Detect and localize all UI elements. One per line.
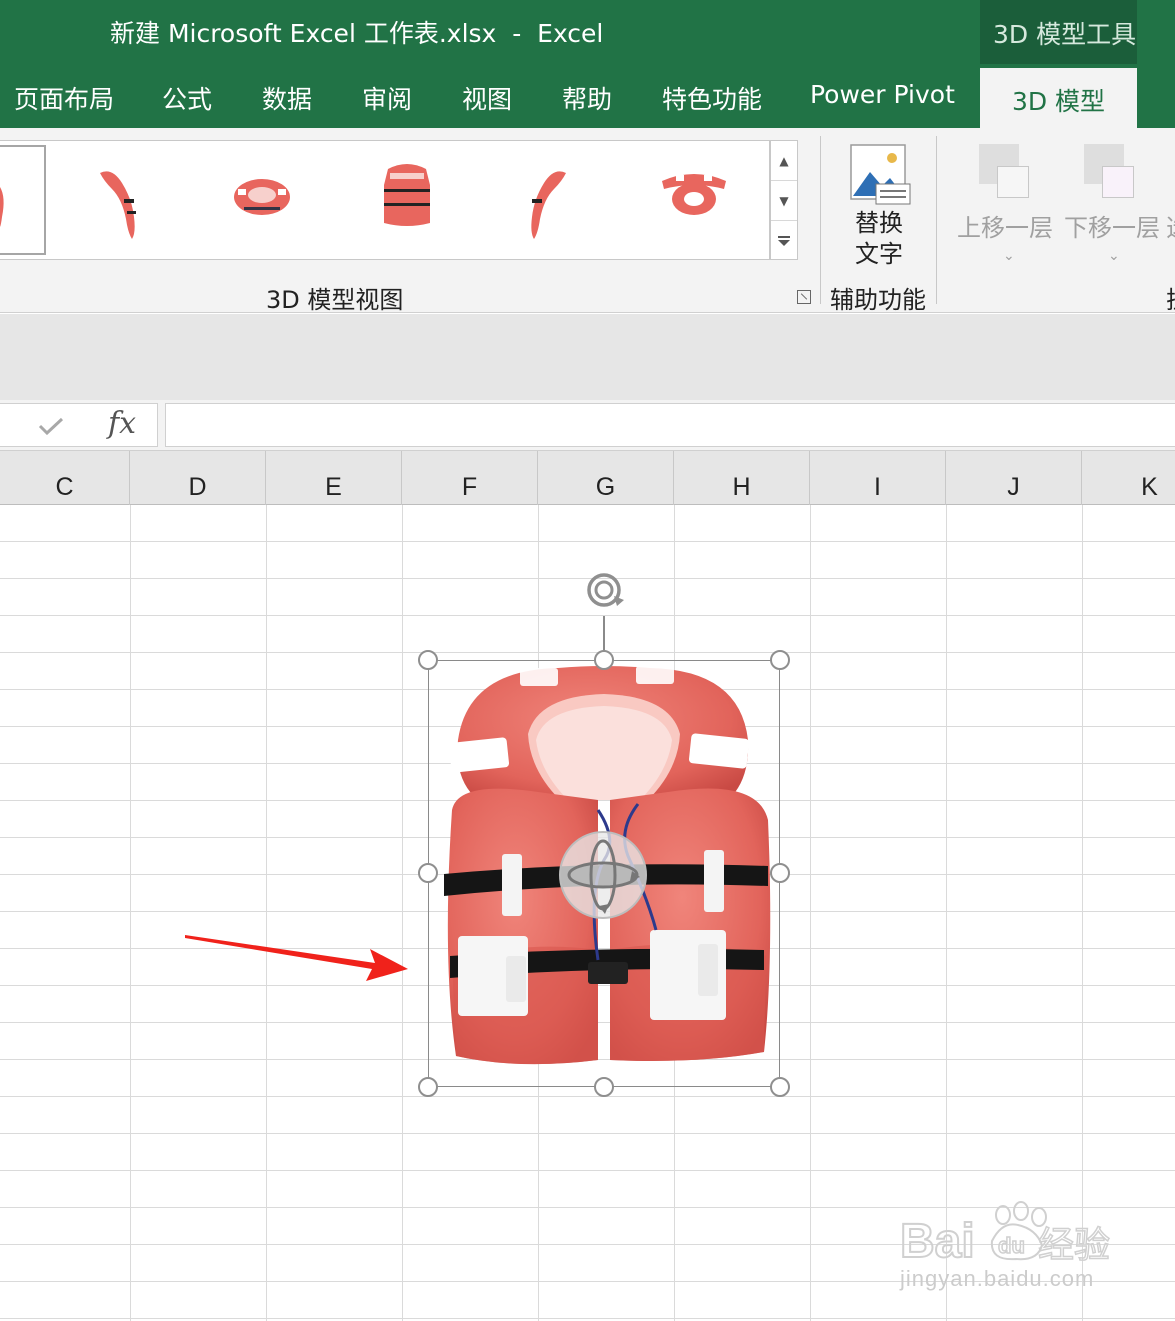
layer-icon bbox=[997, 166, 1029, 198]
3d-model-views-gallery bbox=[0, 140, 770, 260]
tab-3d-model[interactable]: 3D 模型 bbox=[980, 68, 1137, 128]
tab-view[interactable]: 视图 bbox=[462, 80, 512, 116]
column-header-j[interactable]: J bbox=[946, 451, 1082, 505]
alt-text-icon bbox=[850, 144, 911, 205]
resize-handle-bottom-right[interactable] bbox=[770, 1077, 790, 1097]
column-headers: C D E F G H I J K bbox=[0, 450, 1175, 505]
life-jacket-view-icon[interactable] bbox=[94, 159, 144, 244]
gallery-item-selected[interactable] bbox=[0, 145, 46, 255]
life-jacket-view-icon bbox=[0, 187, 4, 227]
tab-power-pivot[interactable]: Power Pivot bbox=[810, 80, 955, 109]
more-icon bbox=[778, 236, 790, 246]
tab-review[interactable]: 审阅 bbox=[362, 80, 412, 116]
alt-text-label-text: 替换 文字 bbox=[855, 209, 903, 268]
column-header-f[interactable]: F bbox=[402, 451, 538, 505]
watermark-brand-du: du bbox=[998, 1233, 1025, 1258]
tab-formulas[interactable]: 公式 bbox=[162, 80, 212, 116]
fx-icon[interactable]: fx bbox=[108, 406, 136, 441]
column-header-g[interactable]: G bbox=[538, 451, 674, 505]
resize-handle-top-left[interactable] bbox=[418, 650, 438, 670]
orbit-icon[interactable] bbox=[558, 830, 648, 920]
check-icon[interactable] bbox=[38, 417, 64, 435]
group-label-3d-model-views: 3D 模型视图 bbox=[266, 286, 404, 314]
dialog-launcher-icon[interactable] bbox=[797, 290, 811, 304]
chevron-down-icon[interactable]: ⌄ bbox=[1003, 248, 1015, 264]
watermark-brand: Bai bbox=[900, 1215, 975, 1265]
column-header-k[interactable]: K bbox=[1082, 451, 1175, 505]
resize-handle-top-right[interactable] bbox=[770, 650, 790, 670]
resize-handle-right[interactable] bbox=[770, 863, 790, 883]
contextual-tab-group-3d-model-tools: 3D 模型工具 bbox=[980, 0, 1137, 68]
bring-forward-label: 上移一层 bbox=[957, 214, 1053, 242]
watermark-brand-jingyan: 经验 bbox=[1038, 1225, 1110, 1265]
alt-text-label: 替换 文字 bbox=[840, 208, 918, 270]
resize-handle-top[interactable] bbox=[594, 650, 614, 670]
send-backward-button[interactable]: 下移一层 ⌄ bbox=[1062, 140, 1172, 275]
group-label-accessibility: 辅助功能 bbox=[830, 286, 926, 314]
rotate-icon[interactable] bbox=[584, 570, 624, 610]
formula-bar-buttons: fx bbox=[0, 403, 158, 447]
red-arrow-annotation bbox=[185, 935, 408, 981]
tab-help[interactable]: 帮助 bbox=[562, 80, 612, 116]
bring-forward-button[interactable]: 上移一层 ⌄ bbox=[955, 140, 1055, 275]
tab-page-layout[interactable]: 页面布局 bbox=[14, 80, 114, 116]
resize-handle-bottom-left[interactable] bbox=[418, 1077, 438, 1097]
gallery-more-button[interactable] bbox=[771, 221, 797, 261]
send-backward-label: 下移一层 bbox=[1064, 214, 1160, 242]
life-jacket-view-icon[interactable] bbox=[230, 159, 294, 229]
life-jacket-view-icon[interactable] bbox=[380, 159, 434, 229]
formula-bar: fx bbox=[0, 400, 1175, 450]
formula-input[interactable] bbox=[165, 403, 1175, 447]
tab-special-features[interactable]: 特色功能 bbox=[662, 80, 762, 116]
watermark-url: jingyan.baidu.com bbox=[900, 1266, 1095, 1291]
column-header-e[interactable]: E bbox=[266, 451, 402, 505]
alt-text-button[interactable]: 替换 文字 bbox=[840, 140, 916, 275]
gallery-scroll-down-button[interactable]: ▼ bbox=[771, 181, 797, 221]
3d-model-object[interactable] bbox=[418, 573, 790, 1097]
selection-pane-label-cut[interactable]: 选 bbox=[1166, 208, 1175, 243]
gallery-scrollbar: ▲ ▼ bbox=[770, 140, 798, 260]
group-separator bbox=[820, 136, 821, 304]
life-jacket-view-icon[interactable] bbox=[658, 159, 730, 223]
column-header-h[interactable]: H bbox=[674, 451, 810, 505]
column-header-d[interactable]: D bbox=[130, 451, 266, 505]
ribbon: ▲ ▼ 3D 模型视图 替换 文字 辅助功能 上移一层 ⌄ 下移一层 ⌄ 选 bbox=[0, 128, 1175, 315]
tab-data[interactable]: 数据 bbox=[262, 80, 312, 116]
baidu-watermark-logo: Bai du 经验 bbox=[900, 1201, 1111, 1265]
resize-handle-bottom[interactable] bbox=[594, 1077, 614, 1097]
life-jacket-view-icon[interactable] bbox=[522, 159, 572, 244]
group-separator bbox=[936, 136, 937, 304]
column-header-c[interactable]: C bbox=[0, 451, 130, 505]
chevron-down-icon[interactable]: ⌄ bbox=[1108, 248, 1120, 264]
resize-handle-left[interactable] bbox=[418, 863, 438, 883]
layer-icon bbox=[1102, 166, 1134, 198]
gallery-scroll-up-button[interactable]: ▲ bbox=[771, 141, 797, 181]
window-title: 新建 Microsoft Excel 工作表.xlsx - Excel bbox=[110, 19, 604, 48]
ribbon-spacer bbox=[0, 314, 1175, 400]
group-label-arrange-cut: 挂 bbox=[1166, 280, 1175, 315]
column-header-i[interactable]: I bbox=[810, 451, 946, 505]
